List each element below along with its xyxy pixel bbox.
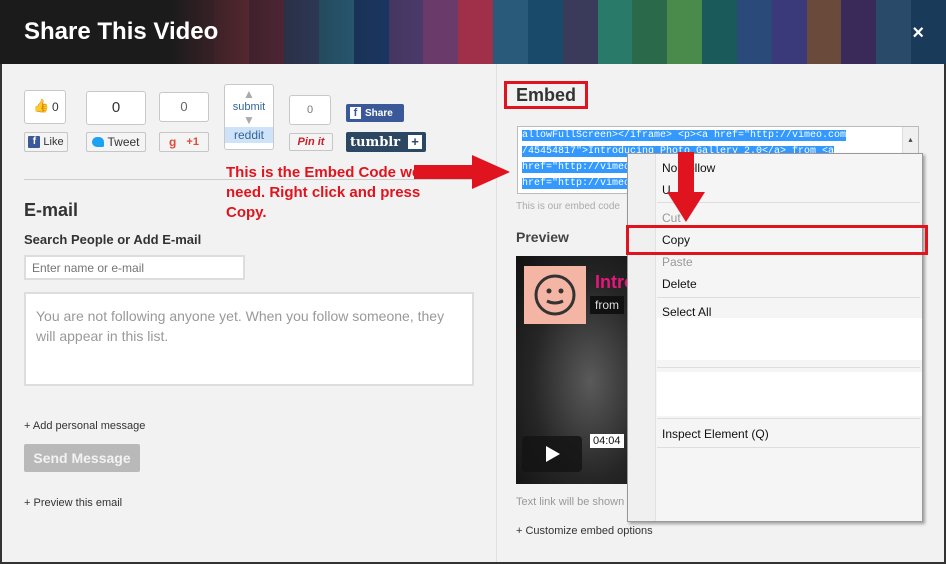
like-count: 0 (52, 100, 59, 114)
like-label: Like (43, 136, 64, 148)
menu-blank-area (657, 318, 922, 360)
header-stripe (841, 0, 877, 64)
twitter-bird-icon (92, 137, 105, 147)
header-stripe (458, 0, 494, 64)
header-stripe (597, 0, 633, 64)
annotation-text: This is the Embed Code we need. Right cl… (226, 164, 421, 221)
search-label: Search People or Add E-mail (24, 232, 202, 247)
embed-heading: Embed (504, 81, 588, 109)
header-stripe (876, 0, 912, 64)
header-stripe (736, 0, 772, 64)
annotation-arrow-icon (414, 155, 510, 189)
close-icon[interactable]: × (912, 22, 924, 45)
tumblr-share-button[interactable]: tumblr + (346, 132, 426, 152)
play-icon (546, 446, 560, 462)
header-stripe (562, 0, 598, 64)
text-link-note: Text link will be shown (516, 496, 625, 508)
header-stripe (632, 0, 668, 64)
search-input[interactable] (24, 255, 245, 280)
header-stripe (702, 0, 737, 64)
fb-share-label: Share (365, 107, 393, 119)
tweet-button[interactable]: Tweet (86, 132, 146, 152)
code-line: href="http://vimeo (522, 178, 631, 189)
customize-embed-link[interactable]: + Customize embed options (516, 525, 653, 537)
facebook-icon: f (350, 107, 361, 119)
smiley-face-icon (534, 274, 576, 316)
video-preview[interactable]: Intro from 04:04 (516, 256, 640, 484)
copy-highlight-box (626, 225, 928, 255)
pinterest-count: 0 (306, 104, 314, 116)
header-stripe (771, 0, 807, 64)
google-plus-button[interactable]: g +1 (159, 132, 209, 152)
video-thumbnail (524, 266, 586, 324)
menu-item-delete[interactable]: Delete (662, 277, 697, 291)
send-message-button[interactable]: Send Message (24, 444, 140, 472)
preview-heading: Preview (516, 229, 569, 245)
annotation-down-arrow-icon (667, 152, 705, 222)
embed-hint: This is our embed code (516, 201, 620, 212)
tumblr-label: tumblr (350, 134, 401, 150)
pinterest-label: Pin it (297, 136, 325, 148)
gplus-count-box: 0 (159, 92, 209, 122)
facebook-like-button[interactable]: f Like (24, 132, 68, 152)
header-stripe (667, 0, 703, 64)
menu-item-paste[interactable]: Paste (662, 255, 693, 269)
menu-item-select-all[interactable]: Select All (662, 305, 711, 319)
like-count-box: 👍 0 (24, 90, 66, 124)
menu-separator (657, 447, 920, 448)
downvote-icon: ▼ (243, 113, 255, 127)
reddit-label: reddit (225, 127, 273, 143)
modal-header: Share This Video × (0, 0, 946, 64)
upvote-icon: ▲ (243, 87, 255, 101)
add-message-link[interactable]: + Add personal message (24, 420, 145, 432)
video-from: from (590, 296, 624, 314)
gplus-count: 0 (180, 99, 188, 114)
email-heading: E-mail (24, 200, 79, 220)
header-stripe (806, 0, 842, 64)
menu-item-inspect-element[interactable]: Inspect Element (Q) (662, 427, 769, 441)
modal-title: Share This Video (24, 18, 219, 45)
menu-separator (657, 367, 920, 368)
scroll-up-icon[interactable]: ▲ (903, 133, 918, 149)
header-stripe (493, 0, 528, 64)
plus-icon: + (408, 135, 422, 149)
code-line: allowFullScreen></iframe> <p><a href="ht… (522, 130, 847, 141)
menu-blank-area (657, 372, 922, 416)
google-plus-icon: g (169, 135, 177, 149)
pinterest-button[interactable]: Pin it (289, 133, 333, 151)
play-button[interactable] (522, 436, 582, 472)
reddit-submit-label: submit (232, 101, 266, 113)
reddit-submit-button[interactable]: ▲ submit ▼ reddit (224, 84, 274, 150)
preview-email-link[interactable]: + Preview this email (24, 497, 122, 509)
code-line: href="http://vimeo (522, 162, 631, 173)
pinterest-count-box: 0 (289, 95, 331, 125)
gplus-label: +1 (186, 136, 199, 148)
tweet-label: Tweet (107, 135, 140, 149)
menu-separator (657, 418, 920, 419)
header-stripe (423, 0, 459, 64)
facebook-share-button[interactable]: f Share (346, 104, 404, 122)
facebook-icon: f (28, 136, 41, 148)
tweet-count-box: 0 (86, 91, 146, 125)
menu-separator (657, 297, 920, 298)
following-list: You are not following anyone yet. When y… (24, 292, 474, 386)
video-time: 04:04 (590, 434, 624, 448)
menu-gutter (628, 154, 656, 521)
tweet-count: 0 (111, 99, 121, 116)
header-stripe (527, 0, 563, 64)
thumbs-up-icon: 👍 (33, 98, 50, 113)
